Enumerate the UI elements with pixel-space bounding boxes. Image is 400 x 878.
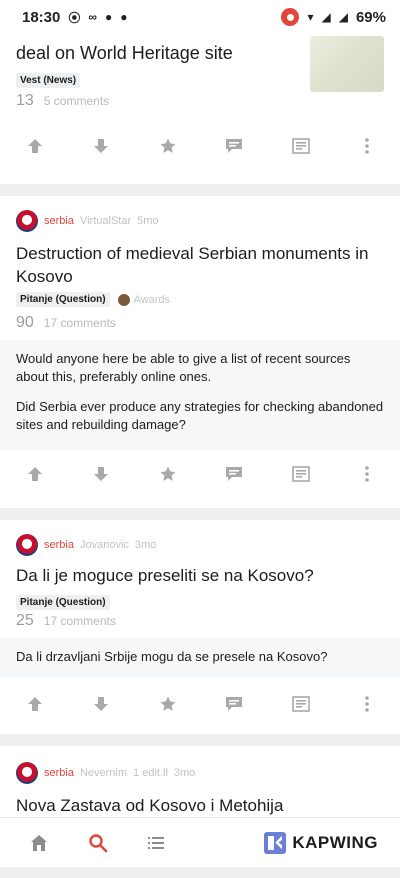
post-author[interactable]: Nevernim <box>80 767 127 779</box>
post-actions <box>0 690 400 718</box>
star-icon[interactable] <box>157 463 179 485</box>
post-title[interactable]: Destruction of medieval Serbian monument… <box>16 242 386 288</box>
post-body[interactable]: Da li drzavljani Srbije mogu da se prese… <box>0 638 400 678</box>
share-icon[interactable] <box>290 463 312 485</box>
comment-icon[interactable] <box>223 463 245 485</box>
search-icon[interactable] <box>87 832 109 854</box>
status-bar: 18:30 ⦿ ∞ ● ● ▾ ◢ ◢ 69% <box>0 0 400 34</box>
post-flair-row: Pitanje (Question) Awards <box>16 292 170 307</box>
more-options-icon[interactable] <box>356 135 378 157</box>
awards-label: Awards <box>133 293 171 306</box>
post-card[interactable]: serbia VirtualStar 5mo Destruction of me… <box>0 196 400 508</box>
subreddit-name[interactable]: serbia <box>44 539 74 551</box>
screen-record-icon <box>281 8 300 26</box>
post-stats: 90 17 comments <box>16 314 116 332</box>
upvote-icon[interactable] <box>24 135 46 157</box>
battery-percent: 69% <box>355 8 386 26</box>
post-edited: 1 edit.ll <box>133 767 168 779</box>
post-actions <box>0 132 400 160</box>
feed[interactable]: deal on World Heritage site Vest (News) … <box>0 34 400 878</box>
post-card[interactable]: serbia Jovanovic 3mo Da li je moguce pre… <box>0 520 400 734</box>
post-title[interactable]: deal on World Heritage site <box>16 42 296 64</box>
status-right: ▾ ◢ ◢ 69% <box>281 8 386 26</box>
post-flair[interactable]: Pitanje (Question) <box>16 292 110 307</box>
post-thumbnail[interactable] <box>310 36 384 92</box>
subreddit-avatar[interactable] <box>16 534 38 556</box>
water-drop-icon: ● <box>104 10 113 24</box>
post-score: 90 <box>16 314 34 331</box>
post-author[interactable]: VirtualStar <box>80 215 131 227</box>
subreddit-avatar[interactable] <box>16 210 38 232</box>
downvote-icon[interactable] <box>90 693 112 715</box>
post-body[interactable]: Would anyone here be able to give a list… <box>0 340 400 450</box>
post-meta: serbia Nevernim 1 edit.ll 3mo <box>16 762 195 784</box>
home-icon[interactable] <box>28 832 50 854</box>
downvote-icon[interactable] <box>90 135 112 157</box>
more-options-icon[interactable] <box>356 693 378 715</box>
upvote-icon[interactable] <box>24 463 46 485</box>
list-icon[interactable] <box>145 832 167 854</box>
kapwing-watermark: KAPWING <box>264 831 378 854</box>
post-body-paragraph: Did Serbia ever produce any strategies f… <box>16 399 384 432</box>
star-icon[interactable] <box>157 135 179 157</box>
signal-icon: ◢ <box>338 10 348 24</box>
clock: 18:30 <box>22 8 61 26</box>
post-flair[interactable]: Pitanje (Question) <box>16 595 110 610</box>
post-title[interactable]: Da li je moguce preseliti se na Kosovo? <box>16 564 386 587</box>
record-circle-icon: ⦿ <box>68 10 81 25</box>
status-left: 18:30 ⦿ ∞ ● ● <box>22 9 127 26</box>
post-actions <box>0 460 400 488</box>
comment-icon[interactable] <box>223 135 245 157</box>
subreddit-avatar[interactable] <box>16 762 38 784</box>
share-icon[interactable] <box>290 693 312 715</box>
comment-icon[interactable] <box>223 693 245 715</box>
signal-icon: ◢ <box>321 10 331 24</box>
downvote-icon[interactable] <box>90 463 112 485</box>
infinity-icon: ∞ <box>88 10 97 24</box>
water-drop-icon: ● <box>120 10 128 24</box>
award-icon <box>117 293 130 306</box>
post-flair-row: Pitanje (Question) <box>16 592 110 610</box>
subreddit-name[interactable]: serbia <box>44 215 74 227</box>
more-options-icon[interactable] <box>356 463 378 485</box>
post-flair-wrap: Vest (News) <box>16 70 81 88</box>
post-body-paragraph: Would anyone here be able to give a list… <box>16 351 351 384</box>
post-comments[interactable]: 5 comments <box>44 94 109 108</box>
post-author[interactable]: Jovanovic <box>80 539 129 551</box>
post-time: 3mo <box>134 539 157 551</box>
post-title[interactable]: Nova Zastava od Kosovo i Metohija <box>16 794 386 817</box>
post-time: 3mo <box>173 767 196 779</box>
wifi-icon: ▾ <box>307 10 314 24</box>
post-comments[interactable]: 17 comments <box>44 316 116 330</box>
post-card[interactable]: deal on World Heritage site Vest (News) … <box>0 34 400 184</box>
star-icon[interactable] <box>157 693 179 715</box>
kapwing-logo-icon <box>264 831 287 854</box>
upvote-icon[interactable] <box>24 693 46 715</box>
post-meta: serbia VirtualStar 5mo <box>16 210 159 232</box>
post-flair[interactable]: Vest (News) <box>16 73 81 88</box>
post-stats: 25 17 comments <box>16 612 116 630</box>
post-time: 5mo <box>137 215 159 227</box>
subreddit-name[interactable]: serbia <box>44 767 74 779</box>
post-score: 13 <box>16 92 34 109</box>
post-awards[interactable]: Awards <box>117 293 171 306</box>
share-icon[interactable] <box>290 135 312 157</box>
post-stats: 13 5 comments <box>16 92 109 110</box>
post-body-paragraph: Da li drzavljani Srbije mogu da se prese… <box>16 649 328 664</box>
post-meta: serbia Jovanovic 3mo <box>16 534 156 556</box>
kapwing-brand: KAPWING <box>292 832 378 852</box>
bottom-nav: KAPWING <box>0 817 400 867</box>
post-comments[interactable]: 17 comments <box>44 614 116 628</box>
post-score: 25 <box>16 612 34 629</box>
